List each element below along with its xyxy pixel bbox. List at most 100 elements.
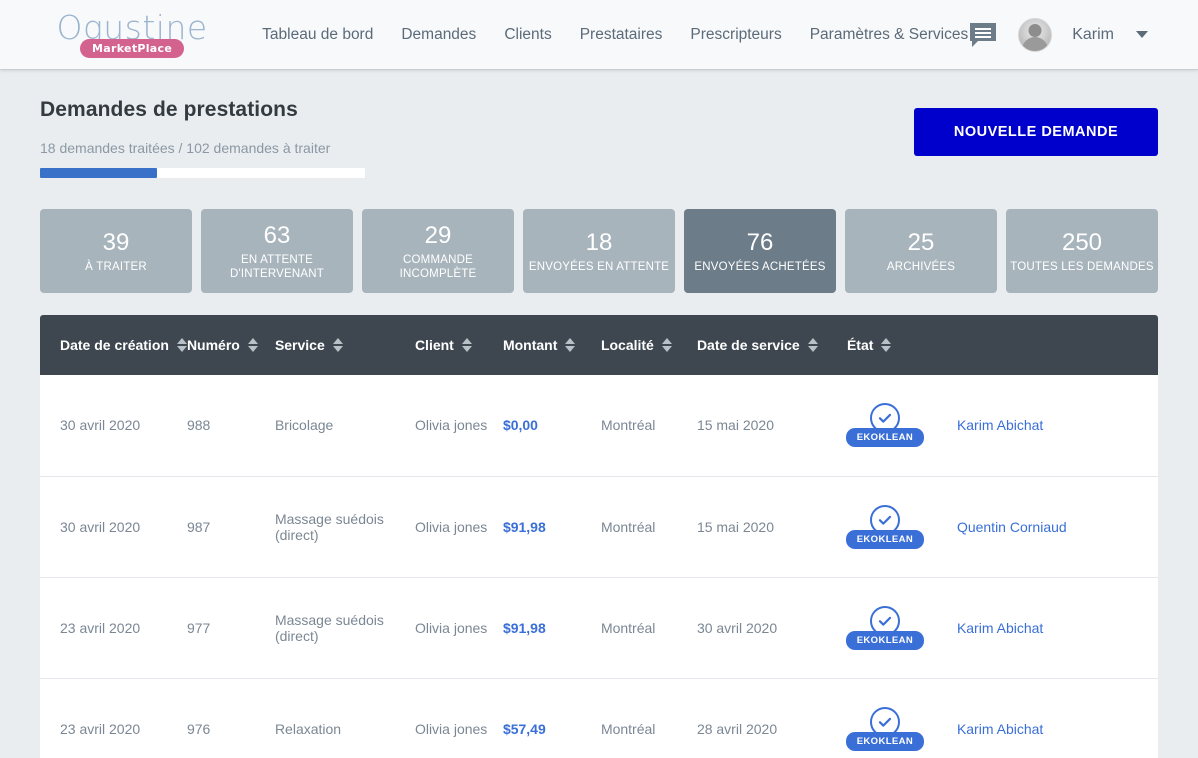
sort-icon[interactable] <box>247 338 258 352</box>
cell-service: Massage suédois (direct) <box>274 476 415 578</box>
stat-card-value: 18 <box>585 228 613 256</box>
column-header-label: Localité <box>600 337 654 353</box>
stat-card-envoyees-achetees[interactable]: 76 ENVOYÉES ACHETÉES <box>684 209 836 293</box>
column-header-client[interactable]: Client <box>415 315 503 375</box>
sort-icon[interactable] <box>565 338 576 352</box>
requests-table: Date de création Numéro Service Client M… <box>40 315 1158 758</box>
sort-icon[interactable] <box>461 338 472 352</box>
sort-icon[interactable] <box>661 338 672 352</box>
column-header-localite[interactable]: Localité <box>601 315 697 375</box>
provider-link[interactable]: Karim Abichat <box>957 620 1043 636</box>
column-header-montant[interactable]: Montant <box>503 315 601 375</box>
table-row[interactable]: 23 avril 2020 977 Massage suédois (direc… <box>40 577 1158 679</box>
status-badge[interactable]: EKOKLEAN <box>845 428 925 448</box>
cell-date-creation: 30 avril 2020 <box>40 476 187 578</box>
nav-item-clients[interactable]: Clients <box>504 26 551 44</box>
cell-localite: Montréal <box>600 375 697 477</box>
page-title: Demandes de prestations <box>40 98 298 121</box>
status-indicator: EKOKLEAN <box>845 504 925 549</box>
column-header-label: État <box>846 337 874 353</box>
new-request-button[interactable]: NOUVELLE DEMANDE <box>914 108 1158 156</box>
sort-icon[interactable] <box>176 338 187 352</box>
brand-logo[interactable]: Ogustine MarketPlace <box>0 11 216 58</box>
status-badge[interactable]: EKOKLEAN <box>845 731 925 751</box>
sort-icon[interactable] <box>881 338 892 352</box>
message-icon[interactable] <box>968 21 998 49</box>
nav-item-tableau-de-bord[interactable]: Tableau de bord <box>262 26 373 44</box>
cell-provider: Karim Abichat <box>956 375 1158 477</box>
status-badge[interactable]: EKOKLEAN <box>845 630 925 650</box>
nav-item-demandes[interactable]: Demandes <box>401 26 476 44</box>
brand-marketplace-badge: MarketPlace <box>80 39 185 58</box>
stat-card-en-attente-dintervenant[interactable]: 63 EN ATTENTE D'INTERVENANT <box>201 209 353 293</box>
cell-localite: Montréal <box>600 577 697 679</box>
check-icon-svg <box>878 717 892 727</box>
user-name[interactable]: Karim <box>1072 26 1114 44</box>
cell-date-creation: 30 avril 2020 <box>40 375 187 477</box>
column-header-label: Client <box>414 337 454 353</box>
cell-etat: EKOKLEAN <box>845 678 957 758</box>
sort-icon[interactable] <box>807 338 818 352</box>
cell-localite: Montréal <box>600 678 697 758</box>
main-nav: Tableau de bord Demandes Clients Prestat… <box>262 26 968 44</box>
column-header-service[interactable]: Service <box>275 315 415 375</box>
stat-card-commande-incomplete[interactable]: 29 COMMANDE INCOMPLÈTE <box>362 209 514 293</box>
status-filter-cards: 39 À TRAITER 63 EN ATTENTE D'INTERVENANT… <box>40 209 1158 293</box>
column-header-label: Numéro <box>186 337 240 353</box>
check-icon-svg <box>878 616 892 626</box>
page-header: Demandes de prestations 18 demandes trai… <box>40 98 1158 178</box>
cell-date-service: 15 mai 2020 <box>696 476 847 578</box>
avatar[interactable] <box>1018 17 1053 52</box>
table-row[interactable]: 23 avril 2020 976 Relaxation Olivia jone… <box>40 678 1158 758</box>
provider-link[interactable]: Karim Abichat <box>957 721 1043 737</box>
cell-date-service: 15 mai 2020 <box>696 375 847 477</box>
column-header-date-service[interactable]: Date de service <box>697 315 847 375</box>
chevron-down-icon[interactable] <box>1136 31 1148 38</box>
provider-link[interactable]: Quentin Corniaud <box>957 519 1067 535</box>
stat-card-archivees[interactable]: 25 ARCHIVÉES <box>845 209 997 293</box>
nav-item-prescripteurs[interactable]: Prescripteurs <box>690 26 781 44</box>
stat-card-envoyees-en-attente[interactable]: 18 ENVOYÉES EN ATTENTE <box>523 209 675 293</box>
table-body: 30 avril 2020 988 Bricolage Olivia jones… <box>40 375 1158 758</box>
column-header-date-creation[interactable]: Date de création <box>40 315 187 375</box>
cell-montant: $91,98 <box>502 476 601 578</box>
column-header-label: Date de service <box>696 337 800 353</box>
column-header-numero[interactable]: Numéro <box>187 315 275 375</box>
stat-card-a-traiter[interactable]: 39 À TRAITER <box>40 209 192 293</box>
table-row[interactable]: 30 avril 2020 987 Massage suédois (direc… <box>40 476 1158 578</box>
column-header-etat[interactable]: État <box>847 315 957 375</box>
stat-card-value: 25 <box>907 228 935 256</box>
cell-numero: 977 <box>186 577 275 679</box>
cell-date-service: 30 avril 2020 <box>696 577 847 679</box>
cell-etat: EKOKLEAN <box>845 476 957 578</box>
stat-card-value: 29 <box>424 221 452 249</box>
progress-bar-fill <box>40 168 157 178</box>
stat-card-value: 250 <box>1061 228 1103 256</box>
nav-item-parametres-services[interactable]: Paramètres & Services <box>810 26 969 44</box>
column-header-provider <box>957 315 1158 375</box>
cell-numero: 987 <box>186 476 275 578</box>
stat-card-label: ENVOYÉES ACHETÉES <box>694 260 826 273</box>
stat-card-value: 63 <box>263 221 291 249</box>
cell-localite: Montréal <box>600 476 697 578</box>
status-badge[interactable]: EKOKLEAN <box>845 529 925 549</box>
stat-card-value: 39 <box>102 228 130 256</box>
stat-card-value: 76 <box>746 228 774 256</box>
check-icon-svg <box>878 515 892 525</box>
progress-bar <box>40 168 365 178</box>
sort-icon[interactable] <box>332 338 343 352</box>
nav-item-prestataires[interactable]: Prestataires <box>580 26 663 44</box>
top-navigation-bar: Ogustine MarketPlace Tableau de bord Dem… <box>0 0 1198 70</box>
table-row[interactable]: 30 avril 2020 988 Bricolage Olivia jones… <box>40 375 1158 477</box>
cell-etat: EKOKLEAN <box>845 577 957 679</box>
stat-card-toutes-les-demandes[interactable]: 250 TOUTES LES DEMANDES <box>1006 209 1158 293</box>
provider-link[interactable]: Karim Abichat <box>957 417 1043 433</box>
page-content: Demandes de prestations 18 demandes trai… <box>0 70 1198 758</box>
table-header-row: Date de création Numéro Service Client M… <box>40 315 1158 375</box>
status-indicator: EKOKLEAN <box>845 403 925 448</box>
cell-client: Olivia jones <box>414 577 503 679</box>
column-header-label: Montant <box>502 337 558 353</box>
cell-service: Bricolage <box>274 375 415 477</box>
cell-etat: EKOKLEAN <box>845 375 957 477</box>
stat-card-label: À TRAITER <box>85 260 147 273</box>
